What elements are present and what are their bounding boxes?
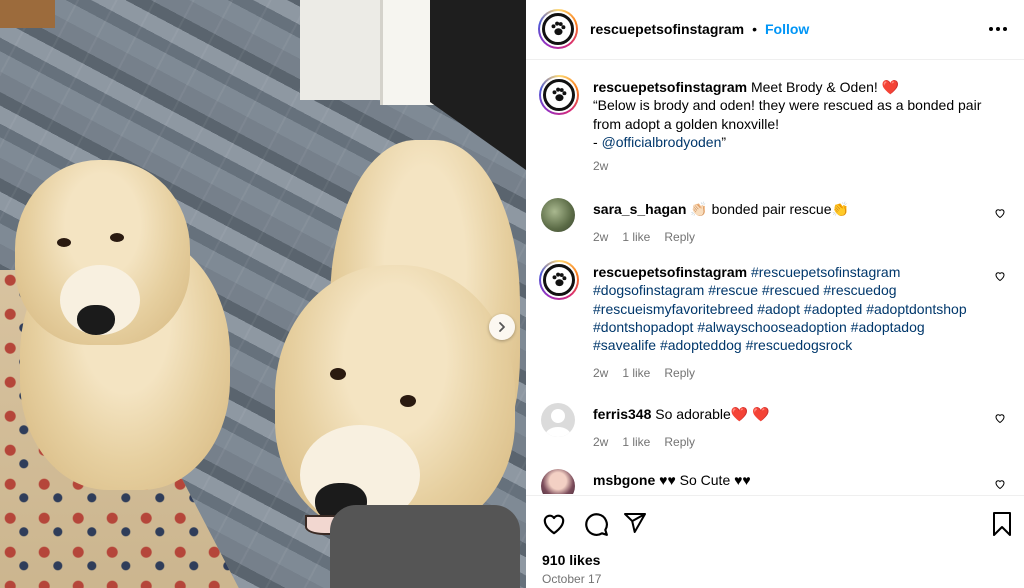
hashtag-link[interactable]: #adopt <box>757 301 800 317</box>
post-sidebar: rescuepetsofinstagram • Follow rescuepet… <box>526 0 1024 588</box>
caption-title: Meet Brody & Oden! <box>750 79 878 95</box>
comment-username[interactable]: ferris348 <box>593 406 651 422</box>
bookmark-icon[interactable] <box>990 511 1014 537</box>
comment-likes[interactable]: 1 like <box>622 228 650 246</box>
comment-username[interactable]: sara_s_hagan <box>593 201 686 217</box>
next-photo-button[interactable] <box>489 314 515 340</box>
likes-count[interactable]: 910 likes <box>542 552 600 568</box>
comment-icon[interactable] <box>583 511 609 537</box>
default-avatar-icon <box>545 409 571 437</box>
more-icon[interactable] <box>988 26 1008 32</box>
dog-left-head <box>15 160 190 345</box>
post-date: October 17 <box>542 572 602 586</box>
reply-button[interactable]: Reply <box>664 433 695 451</box>
dog-right-eye <box>400 395 416 407</box>
comment-username[interactable]: rescuepetsofinstagram <box>593 264 747 280</box>
caption-heart-emoji: ❤️ <box>881 79 900 95</box>
paw-icon <box>543 264 575 296</box>
caption-mention-link[interactable]: @officialbrodyoden <box>602 134 722 150</box>
hashtag-link[interactable]: #adopteddog <box>660 337 742 353</box>
dog-right-eye <box>330 368 346 380</box>
comment-likes[interactable]: 1 like <box>622 364 650 382</box>
actions-divider <box>526 495 1024 496</box>
follow-button[interactable]: Follow <box>765 21 809 37</box>
comment-text: So adorable <box>655 406 731 422</box>
caption: rescuepetsofinstagram Meet Brody & Oden!… <box>539 75 1019 185</box>
comment-item: msbgone ♥♥ So Cute ♥♥ <box>539 468 1019 494</box>
comment-item: sara_s_hagan 👏🏻 bonded pair rescue👏 2w 1… <box>539 197 1019 247</box>
dog-left-eye <box>110 233 124 242</box>
hashtag-link[interactable]: #rescued <box>762 282 820 298</box>
avatar[interactable] <box>541 198 575 232</box>
dog-right-head <box>275 265 515 535</box>
hashtag-link[interactable]: #rescueismyfavoritebreed <box>593 301 753 317</box>
hashtag-link[interactable]: #adopted <box>804 301 862 317</box>
hashtag-link[interactable]: #dontshopadopt <box>593 319 693 335</box>
photo-baseboard <box>0 0 55 28</box>
caption-quote-line: from adopt a golden knoxville! <box>593 115 779 132</box>
caption-username[interactable]: rescuepetsofinstagram <box>593 79 747 95</box>
caption-credit-prefix: - <box>593 133 602 150</box>
avatar[interactable] <box>541 469 575 494</box>
comment-emoji: ❤️ ❤️ <box>730 406 770 422</box>
comment-text: ♥♥ So Cute ♥♥ <box>659 472 751 488</box>
reply-button[interactable]: Reply <box>664 364 695 382</box>
post-header: rescuepetsofinstagram • Follow <box>538 9 1012 49</box>
avatar[interactable] <box>539 75 579 115</box>
dog-left-eye <box>57 238 71 247</box>
hashtag-link[interactable]: #rescuepetsofinstagram <box>751 264 900 280</box>
hashtag-link[interactable]: #rescue <box>708 282 758 298</box>
avatar[interactable] <box>539 260 579 300</box>
reply-button[interactable]: Reply <box>664 228 695 246</box>
comment-likes[interactable]: 1 like <box>622 433 650 451</box>
caption-credit-suffix: ” <box>721 133 727 150</box>
heart-icon[interactable] <box>541 511 567 537</box>
heart-icon[interactable] <box>994 412 1006 424</box>
hashtag-link[interactable]: #adoptadog <box>851 319 925 335</box>
comment-time: 2w <box>593 435 609 450</box>
avatar[interactable] <box>538 9 578 49</box>
comment-time: 2w <box>593 366 609 381</box>
comment-emoji: 👏🏻 <box>690 201 708 217</box>
avatar[interactable] <box>541 403 575 437</box>
heart-icon[interactable] <box>994 478 1006 490</box>
comment-username[interactable]: msbgone <box>593 472 655 488</box>
header-username[interactable]: rescuepetsofinstagram <box>590 21 744 37</box>
caption-time: 2w <box>593 159 609 174</box>
heart-icon[interactable] <box>994 207 1006 219</box>
comments-thread[interactable]: rescuepetsofinstagram Meet Brody & Oden!… <box>526 60 1024 494</box>
post-photo <box>0 0 526 588</box>
comment-item: rescuepetsofinstagram #rescuepetsofinsta… <box>539 260 1019 395</box>
comment-emoji: 👏 <box>831 201 849 217</box>
comment-item: ferris348 So adorable❤️ ❤️ 2w 1 like Rep… <box>539 402 1019 452</box>
comment-time: 2w <box>593 230 609 245</box>
caption-quote-line: “Below is brody and oden! they were resc… <box>593 97 982 114</box>
header-separator: • <box>752 21 757 37</box>
chevron-right-icon <box>499 322 505 332</box>
hashtag-link[interactable]: #dogsofinstagram <box>593 282 704 298</box>
hashtag-link[interactable]: #adoptdontshop <box>866 301 966 317</box>
share-icon[interactable] <box>623 511 647 535</box>
hashtag-link[interactable]: #rescuedog <box>823 282 896 298</box>
comment-text: bonded pair rescue <box>711 201 832 217</box>
action-bar <box>541 511 1016 537</box>
paw-icon <box>543 79 575 111</box>
paw-icon <box>542 13 574 45</box>
hashtag-link[interactable]: #rescuedogsrock <box>746 337 853 353</box>
hashtag-link[interactable]: #savealife <box>593 337 656 353</box>
heart-icon[interactable] <box>994 270 1006 282</box>
dog-left-nose <box>77 305 115 335</box>
photo-chair <box>330 505 520 588</box>
hashtag-link[interactable]: #alwayschooseadoption <box>697 319 846 335</box>
